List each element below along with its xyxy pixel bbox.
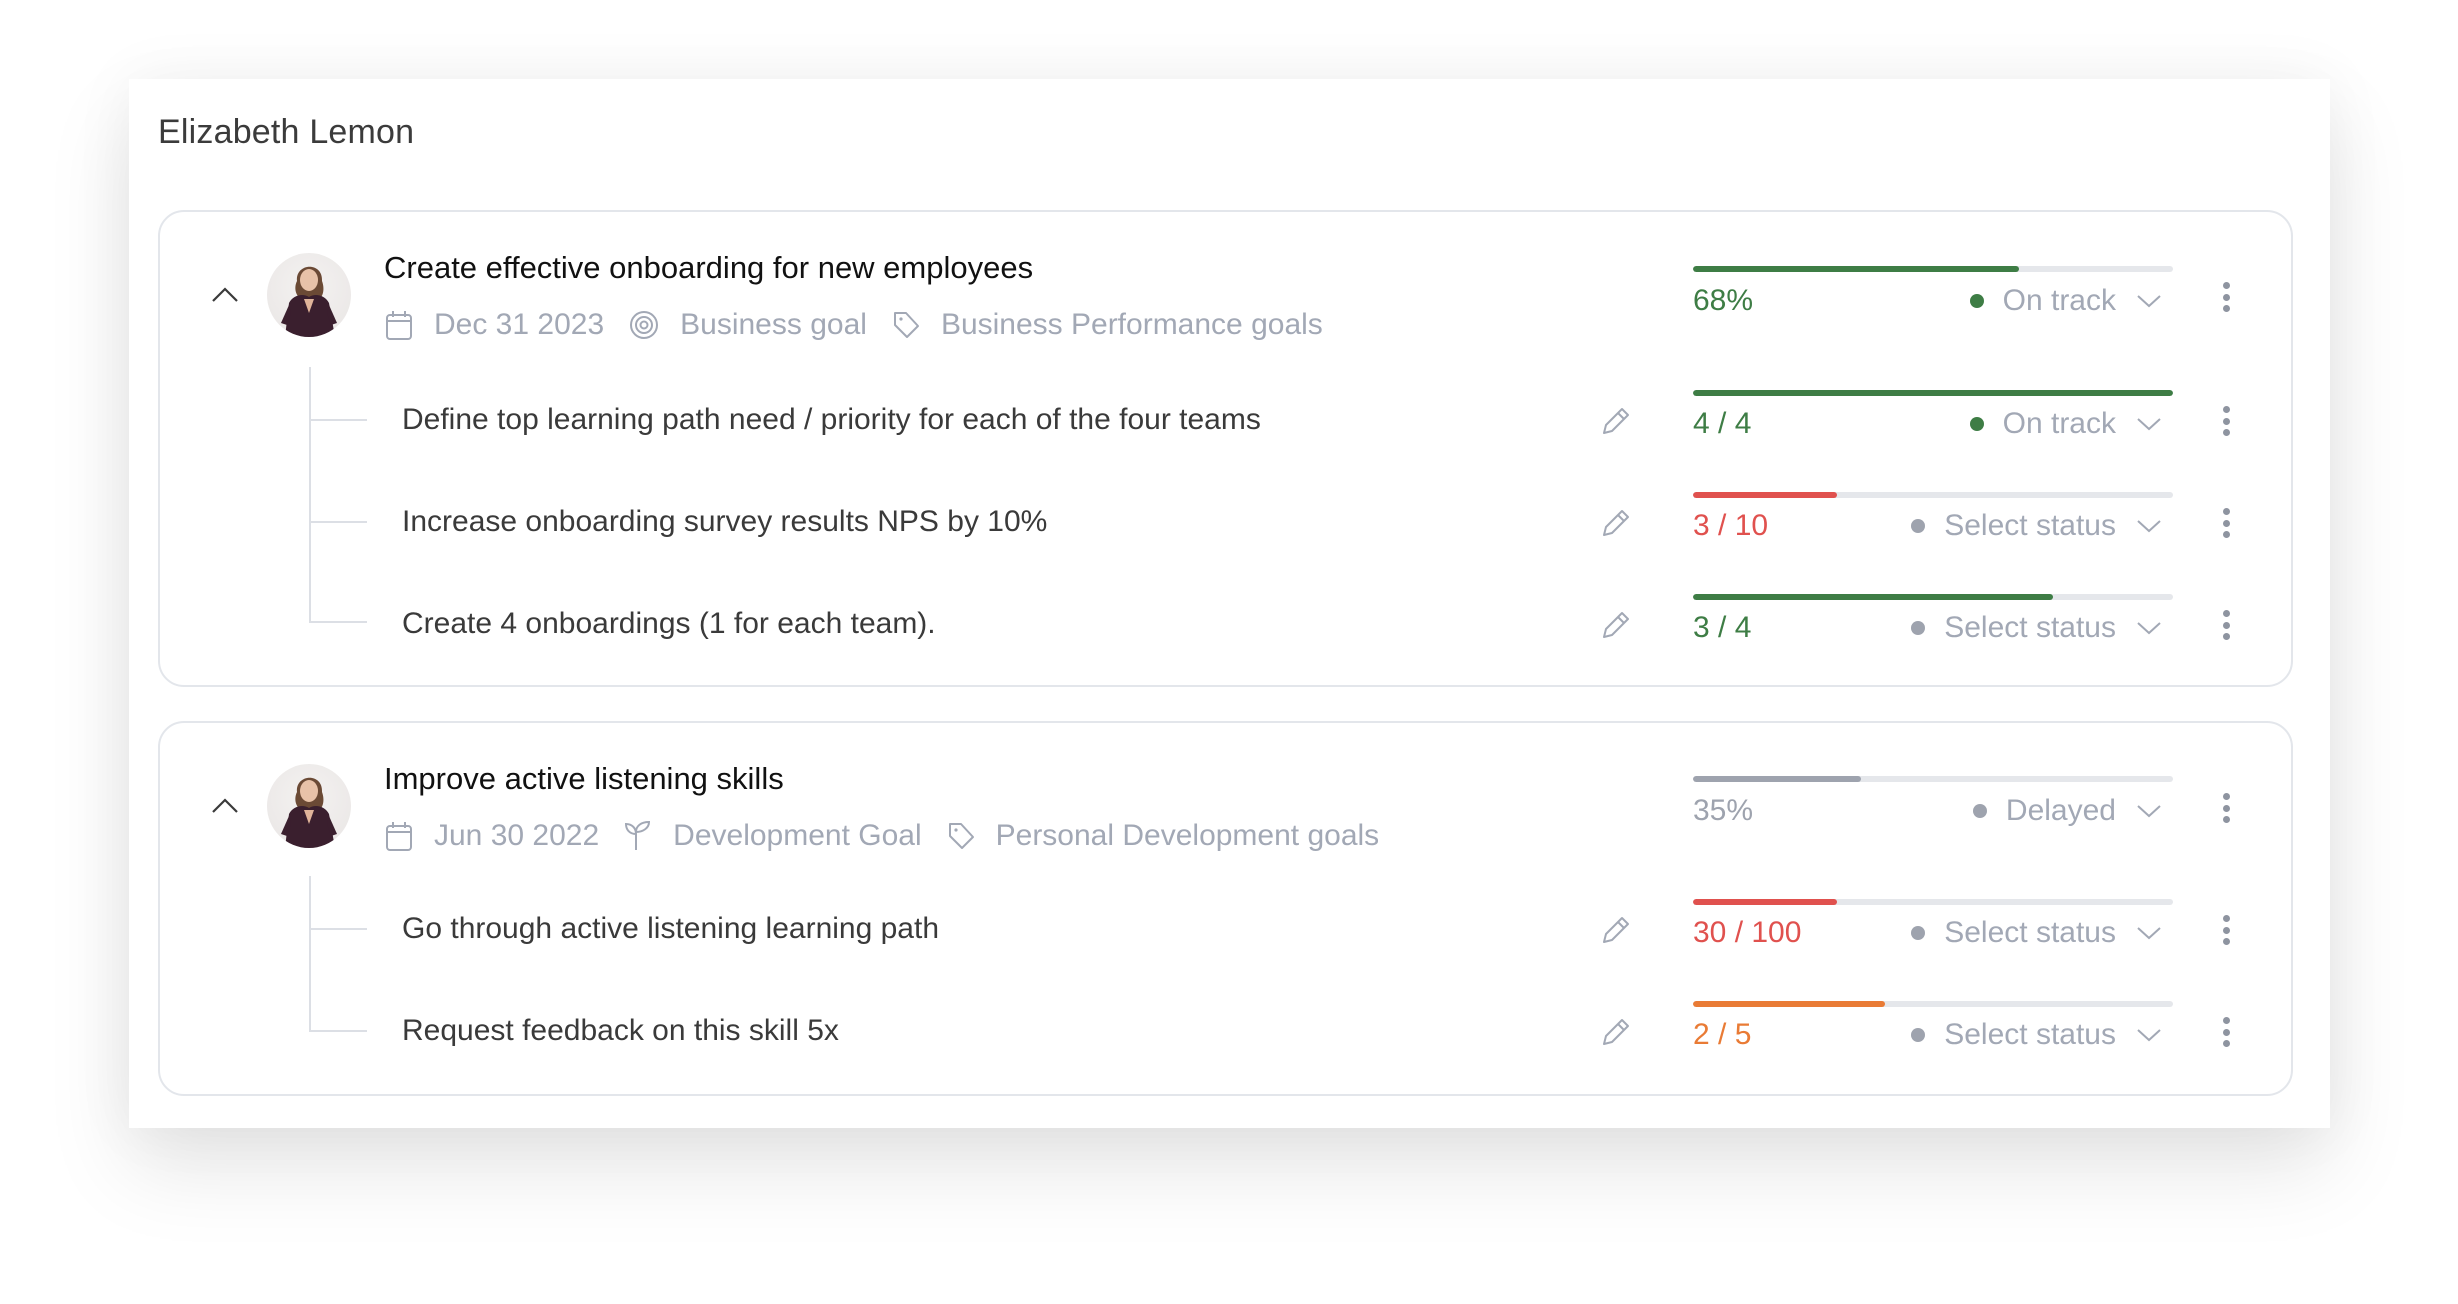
key-result-title[interactable]: Define top learning path need / priority… <box>402 403 1261 437</box>
goal-meta: Jun 30 2022 Development Goal Personal De… <box>384 819 1403 853</box>
key-result-progress-label: 2 / 5 <box>1693 1018 1752 1051</box>
goal-progress-bar <box>1693 776 2173 782</box>
tree-branch <box>309 621 367 623</box>
key-result-progress-label: 30 / 100 <box>1693 916 1802 949</box>
status-dot <box>1911 621 1926 635</box>
more-options-icon[interactable] <box>2221 508 2231 538</box>
more-options-icon[interactable] <box>2221 915 2231 945</box>
goal-card: Create effective onboarding for new empl… <box>158 210 2293 687</box>
status-label: On track <box>2002 284 2116 317</box>
status-dot <box>1911 926 1926 940</box>
pencil-icon[interactable] <box>1598 914 1632 948</box>
goal-category: Personal Development goals <box>995 819 1380 852</box>
goal-type: Development Goal <box>673 819 922 852</box>
chevron-down-icon <box>2137 418 2161 431</box>
status-label: On track <box>2002 407 2116 440</box>
tree-connector <box>309 367 311 621</box>
status-label: Select status <box>1944 509 2116 542</box>
pencil-icon[interactable] <box>1598 1016 1632 1050</box>
goal-due-date: Dec 31 2023 <box>434 308 605 341</box>
goal-title[interactable]: Create effective onboarding for new empl… <box>384 250 1033 286</box>
more-options-icon[interactable] <box>2221 610 2231 640</box>
key-result-progress-label: 3 / 4 <box>1693 611 1752 644</box>
goal-category: Business Performance goals <box>940 308 1323 341</box>
pencil-icon[interactable] <box>1598 507 1632 541</box>
more-options-icon[interactable] <box>2221 406 2231 436</box>
key-result-progress-fill <box>1693 1001 1885 1007</box>
calendar-icon <box>386 311 412 340</box>
tree-connector <box>309 876 311 1030</box>
avatar <box>267 764 351 848</box>
status-dropdown[interactable]: Select status <box>1832 509 2162 543</box>
goal-progress-fill <box>1693 266 2020 272</box>
key-result-progress-label: 4 / 4 <box>1693 407 1752 440</box>
tag-icon <box>893 312 919 338</box>
status-dropdown[interactable]: On track <box>1832 284 2162 318</box>
avatar <box>267 253 351 337</box>
status-dropdown[interactable]: Select status <box>1832 1018 2162 1052</box>
target-icon <box>630 311 659 339</box>
status-dropdown[interactable]: On track <box>1832 407 2162 441</box>
goal-progress-label: 35% <box>1693 794 1754 827</box>
pencil-icon[interactable] <box>1598 405 1632 439</box>
goal-title[interactable]: Improve active listening skills <box>384 761 784 797</box>
key-result-progress-bar <box>1693 899 2173 905</box>
key-result-progress-bar <box>1693 594 2173 600</box>
avatar-portrait <box>281 266 337 337</box>
status-dot <box>1911 519 1926 533</box>
status-dot <box>1969 294 1984 308</box>
person-name: Elizabeth Lemon <box>158 113 415 151</box>
status-label: Select status <box>1944 611 2116 644</box>
tree-branch <box>309 928 367 930</box>
key-result-title[interactable]: Request feedback on this skill 5x <box>402 1014 839 1048</box>
status-label: Delayed <box>2005 794 2116 827</box>
status-dot <box>1972 804 1987 818</box>
tree-branch <box>309 419 367 421</box>
status-dropdown[interactable]: Select status <box>1832 916 2162 950</box>
chevron-down-icon <box>2137 927 2161 940</box>
chevron-down-icon <box>2137 295 2161 308</box>
key-result-progress-label: 3 / 10 <box>1693 509 1769 542</box>
key-result-progress-fill <box>1693 492 1837 498</box>
key-result-progress-bar <box>1693 492 2173 498</box>
goal-progress-label: 68% <box>1693 284 1754 317</box>
pencil-icon[interactable] <box>1598 609 1632 643</box>
sprout-icon <box>625 820 651 850</box>
status-label: Select status <box>1944 916 2116 949</box>
chevron-down-icon <box>2137 1029 2161 1042</box>
key-result-progress-fill <box>1693 899 1837 905</box>
status-dropdown[interactable]: Select status <box>1832 611 2162 645</box>
tree-branch <box>309 521 367 523</box>
tag-icon <box>948 823 974 849</box>
goal-progress-fill <box>1693 776 1861 782</box>
goals-panel: Elizabeth Lemon Create effective onboard… <box>129 79 2330 1128</box>
more-options-icon[interactable] <box>2221 793 2231 823</box>
status-dropdown[interactable]: Delayed <box>1832 794 2162 828</box>
more-options-icon[interactable] <box>2221 1017 2231 1047</box>
goal-progress-bar <box>1693 266 2173 272</box>
collapse-chevron-up-icon[interactable] <box>210 286 240 304</box>
goal-card: Improve active listening skills Jun 30 2… <box>158 721 2293 1096</box>
key-result-progress-fill <box>1693 594 2053 600</box>
key-result-progress-bar <box>1693 390 2173 396</box>
status-dot <box>1911 1028 1926 1042</box>
key-result-title[interactable]: Increase onboarding survey results NPS b… <box>402 505 1047 539</box>
key-result-progress-fill <box>1693 390 2173 396</box>
collapse-chevron-up-icon[interactable] <box>210 797 240 815</box>
key-result-title[interactable]: Go through active listening learning pat… <box>402 912 939 946</box>
goal-type: Business goal <box>680 308 867 341</box>
status-label: Select status <box>1944 1018 2116 1051</box>
goal-meta: Dec 31 2023 Business goal Business Perfo… <box>384 308 1347 342</box>
chevron-down-icon <box>2137 520 2161 533</box>
goal-due-date: Jun 30 2022 <box>434 819 600 852</box>
chevron-down-icon <box>2137 805 2161 818</box>
chevron-down-icon <box>2137 622 2161 635</box>
key-result-progress-bar <box>1693 1001 2173 1007</box>
key-result-title[interactable]: Create 4 onboardings (1 for each team). <box>402 607 936 641</box>
calendar-icon <box>386 822 412 851</box>
tree-branch <box>309 1030 367 1032</box>
avatar-portrait <box>281 777 337 848</box>
more-options-icon[interactable] <box>2221 282 2231 312</box>
status-dot <box>1969 417 1984 431</box>
